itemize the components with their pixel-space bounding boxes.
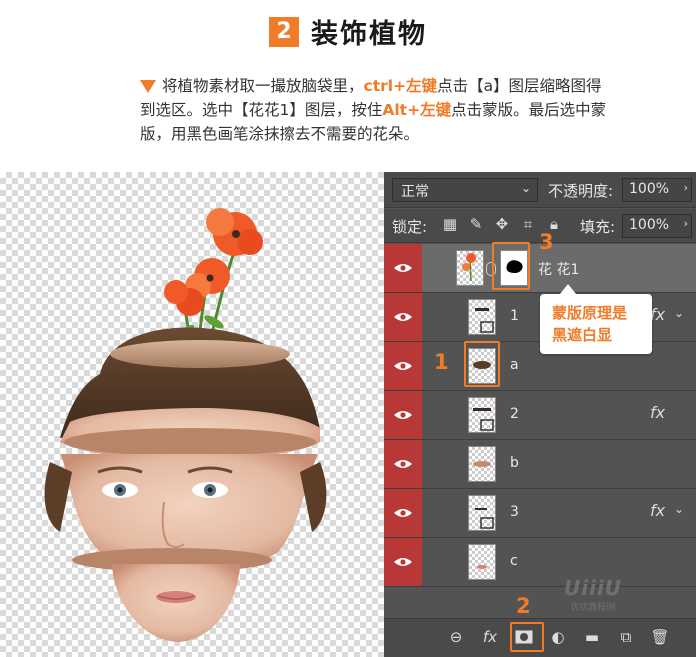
visibility-eye-icon[interactable] (384, 244, 422, 292)
layer-name: c (510, 553, 518, 569)
fill-label: 填充: (580, 218, 616, 236)
layer-thumbnail[interactable] (468, 544, 496, 580)
instruction-part: 将植物素材取一撮放脑袋里， (162, 77, 364, 95)
layer-name: 2 (510, 406, 519, 422)
layer-row[interactable]: 2 fx (384, 391, 696, 440)
layer-name: 花 花1 (538, 262, 580, 278)
visibility-eye-icon[interactable] (384, 391, 422, 439)
watermark-logo: UiiiU (564, 576, 623, 600)
callout-line: 蒙版原理是 (552, 304, 628, 322)
step-title: 装饰植物 (311, 19, 427, 50)
bottom-toolbar-icons: ⊖ fx ◐ ▬ ⧉ 🗑︎ (446, 627, 670, 647)
highlight-layer-a-thumbnail (464, 341, 500, 387)
delete-layer-trash-icon[interactable]: 🗑︎ (650, 627, 670, 647)
layer-thumbnail[interactable] (468, 446, 496, 482)
highlight-mask-thumbnail (492, 242, 530, 290)
add-layer-style-icon[interactable]: fx (480, 627, 500, 647)
lock-label: 锁定: (392, 218, 428, 236)
hair-side-left (44, 462, 72, 532)
step-marker-3: 3 (539, 230, 554, 254)
adjustment-layer-icon[interactable]: ◐ (548, 627, 568, 647)
visibility-eye-icon[interactable] (384, 489, 422, 537)
layer-row[interactable]: c (384, 538, 696, 587)
artboard-lock-icon[interactable]: ⌗ (520, 215, 536, 233)
layer-effects-icon[interactable]: fx (650, 403, 665, 422)
visibility-eye-icon[interactable] (384, 293, 422, 341)
fill-value: 100% (629, 217, 670, 233)
lock-transparent-pixels-icon[interactable]: ▦ (442, 215, 458, 233)
lock-position-icon[interactable]: ✥ (494, 215, 510, 233)
layer-name: 1 (510, 308, 519, 324)
fill-input[interactable]: 100% › (622, 214, 692, 238)
layer-thumbnail[interactable] (456, 250, 484, 286)
chevron-right-icon: › (683, 181, 688, 194)
layer-thumbnail[interactable] (468, 397, 496, 433)
chevron-down-icon[interactable]: ⌄ (674, 306, 684, 320)
layer-thumbnail[interactable] (468, 495, 496, 531)
chevron-down-icon[interactable]: ⌄ (674, 502, 684, 516)
document-canvas[interactable] (0, 172, 384, 657)
layer-row[interactable]: 3 fx ⌄ (384, 489, 696, 538)
triangle-bullet-icon (140, 80, 156, 93)
mask-principle-callout: 蒙版原理是 黑遮白显 (540, 284, 652, 354)
head-cut-top (110, 340, 290, 368)
watermark: UiiiU 优优教程网 (564, 576, 622, 613)
new-layer-icon[interactable]: ⧉ (616, 627, 636, 647)
lock-image-pixels-icon[interactable]: ✎ (468, 215, 484, 233)
blend-mode-select[interactable]: 正常 ⌄ (392, 178, 538, 202)
link-layers-icon[interactable]: ⊖ (446, 627, 466, 647)
opacity-value: 100% (629, 181, 670, 197)
visibility-eye-icon[interactable] (384, 440, 422, 488)
title-row: 2 装饰植物 (0, 12, 696, 51)
layer-row[interactable]: b (384, 440, 696, 489)
instruction-shortcut: ctrl+左键 (363, 77, 438, 95)
tutorial-header: 2 装饰植物 将植物素材取一撮放脑袋里，ctrl+左键点击【a】图层缩略图得到选… (0, 0, 696, 170)
step-marker-1: 1 (434, 350, 449, 374)
layer-name: b (510, 455, 519, 471)
watermark-subtitle: 优优教程网 (570, 603, 616, 613)
opacity-input[interactable]: 100% › (622, 178, 692, 202)
layer-name: 3 (510, 504, 519, 520)
opacity-label: 不透明度: (548, 182, 614, 200)
hair-side-right (300, 462, 327, 532)
layer-name: a (510, 357, 519, 373)
layer-thumbnail[interactable] (468, 299, 496, 335)
blend-mode-value: 正常 (401, 184, 429, 200)
blend-opacity-row: 正常 ⌄ 不透明度: 100% › (384, 172, 696, 208)
layer-effects-icon[interactable]: fx (650, 305, 665, 324)
chevron-right-icon: › (683, 217, 688, 230)
visibility-eye-icon[interactable] (384, 342, 422, 390)
step-number-badge: 2 (269, 16, 299, 47)
composite-artwork (44, 208, 327, 642)
highlight-add-mask-button (510, 622, 544, 652)
layer-effects-icon[interactable]: fx (650, 501, 665, 520)
head-cut-middle (64, 428, 316, 456)
instruction-text: 将植物素材取一撮放脑袋里，ctrl+左键点击【a】图层缩略图得到选区。选中【花花… (140, 74, 610, 146)
new-group-folder-icon[interactable]: ▬ (582, 627, 602, 647)
callout-line: 黑遮白显 (552, 326, 613, 344)
instruction-shortcut: Alt+左键 (382, 101, 452, 119)
step-marker-2: 2 (516, 594, 531, 618)
visibility-eye-icon[interactable] (384, 538, 422, 586)
chevron-down-icon: ⌄ (520, 181, 531, 195)
